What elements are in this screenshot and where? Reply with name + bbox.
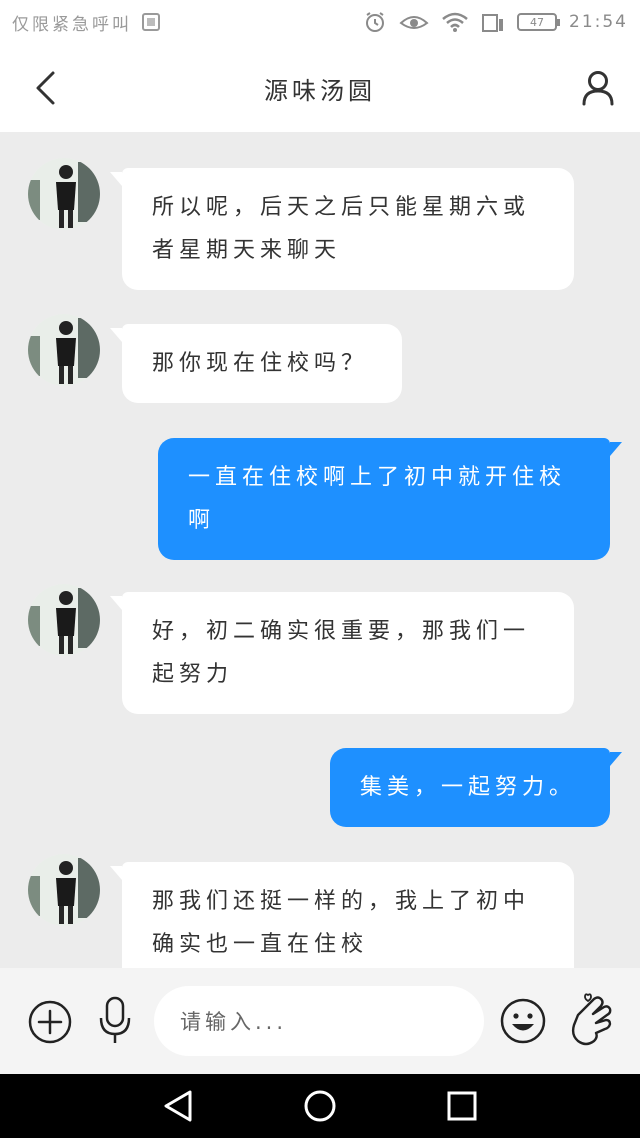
message-text: 一直在住校啊上了初中就开住校啊 bbox=[188, 465, 567, 533]
message-text: 所以呢，后天之后只能星期六或者星期天来聊天 bbox=[152, 195, 531, 263]
square-recent-icon bbox=[447, 1091, 477, 1121]
system-nav-bar bbox=[0, 1074, 640, 1138]
message-text: 好，初二确实很重要，那我们一起努力 bbox=[152, 619, 531, 687]
signal-icon bbox=[482, 14, 503, 32]
message-text: 那我们还挺一样的，我上了初中确实也一直在住校 bbox=[152, 889, 531, 957]
voice-button[interactable] bbox=[94, 994, 136, 1048]
message-bubble[interactable]: 那你现在住校吗？ bbox=[110, 324, 402, 403]
message-bubble[interactable]: 一直在住校啊上了初中就开住校啊 bbox=[158, 438, 622, 560]
smiley-icon bbox=[500, 998, 546, 1044]
nav-home-button[interactable] bbox=[302, 1088, 338, 1124]
message-bubble[interactable]: 集美，一起努力。 bbox=[330, 748, 622, 827]
battery-level: 47 bbox=[530, 15, 544, 29]
image-notification-icon bbox=[142, 13, 160, 31]
avatar-photo bbox=[28, 314, 100, 386]
emoji-button[interactable] bbox=[498, 996, 548, 1046]
battery-indicator: 47 bbox=[517, 13, 560, 31]
input-bar: 请输入... bbox=[0, 968, 640, 1074]
avatar-photo bbox=[28, 584, 100, 656]
message-bubble[interactable]: 好，初二确实很重要，那我们一起努力 bbox=[110, 592, 574, 714]
avatar[interactable] bbox=[28, 314, 100, 386]
message-text: 集美，一起努力。 bbox=[360, 775, 577, 800]
avatar[interactable] bbox=[28, 854, 100, 926]
avatar-photo bbox=[28, 158, 100, 230]
user-icon bbox=[582, 71, 614, 106]
nav-recent-button[interactable] bbox=[444, 1088, 480, 1124]
avatar[interactable] bbox=[28, 158, 100, 230]
plus-circle-icon bbox=[28, 1000, 72, 1044]
status-bar: 仅限紧急呼叫 47 21:54 bbox=[0, 0, 640, 44]
message-text: 那你现在住校吗？ bbox=[152, 351, 369, 376]
avatar-photo bbox=[28, 854, 100, 926]
chevron-left-icon bbox=[36, 71, 55, 105]
message-input[interactable]: 请输入... bbox=[154, 986, 484, 1056]
chat-area[interactable]: 所以呢，后天之后只能星期六或者星期天来聊天 那你现在住校吗？ 一直在住校啊上了初… bbox=[0, 132, 640, 968]
carrier-text: 仅限紧急呼叫 bbox=[12, 14, 132, 35]
gesture-button[interactable] bbox=[566, 992, 616, 1050]
nav-back-button[interactable] bbox=[160, 1088, 196, 1124]
triangle-back-icon bbox=[164, 1090, 192, 1122]
alarm-icon bbox=[366, 12, 384, 32]
add-button[interactable] bbox=[26, 998, 74, 1046]
avatar[interactable] bbox=[28, 584, 100, 656]
chat-header: 源味汤圆 bbox=[0, 44, 640, 132]
profile-button[interactable] bbox=[578, 68, 618, 108]
eye-icon bbox=[399, 16, 429, 29]
message-bubble[interactable]: 那我们还挺一样的，我上了初中确实也一直在住校 bbox=[110, 862, 574, 968]
circle-home-icon bbox=[304, 1090, 336, 1122]
page-title: 源味汤圆 bbox=[264, 76, 376, 105]
input-placeholder: 请输入... bbox=[180, 1010, 288, 1034]
microphone-icon bbox=[99, 996, 131, 1043]
message-bubble[interactable]: 所以呢，后天之后只能星期六或者星期天来聊天 bbox=[110, 168, 574, 290]
wifi-icon bbox=[442, 12, 468, 32]
back-button[interactable] bbox=[28, 68, 62, 108]
finger-heart-icon bbox=[571, 993, 612, 1046]
status-time: 21:54 bbox=[569, 12, 628, 32]
